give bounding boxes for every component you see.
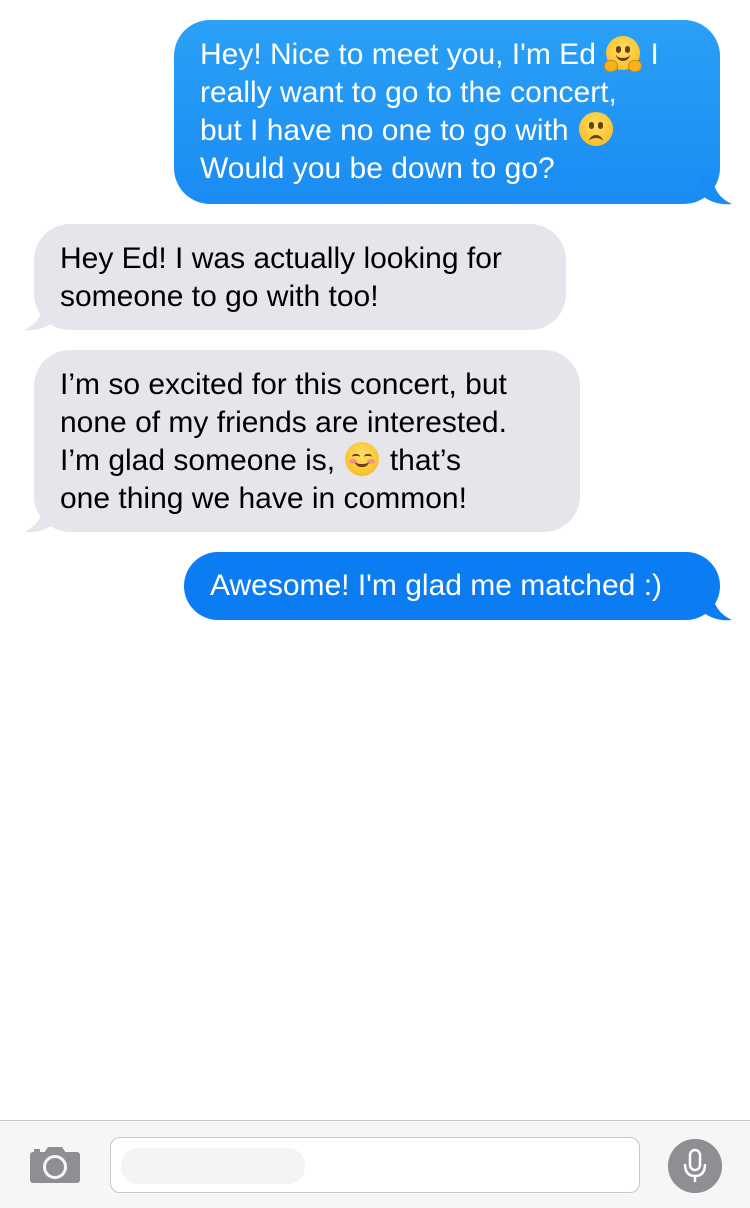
message-line: really want to go to the concert,: [200, 76, 617, 109]
sent-bubble-tail: [700, 592, 732, 621]
received-bubble-tail: [24, 302, 56, 331]
sent-message-bubble[interactable]: Awesome! I'm glad me matched :): [184, 552, 720, 620]
message-line: none of my friends are interested.: [60, 406, 507, 439]
message-thread: Hey! Nice to meet you, I'm Ed I really w…: [0, 0, 750, 1120]
compose-toolbar: [0, 1120, 750, 1208]
message-line: but I have no one to go with: [200, 112, 694, 150]
hugging-face-icon: [604, 36, 643, 72]
message-line: Awesome! I'm glad me matched :): [210, 569, 663, 602]
message-input-box[interactable]: [110, 1137, 640, 1193]
confused-face-icon: [578, 112, 613, 146]
message-input[interactable]: [121, 1148, 305, 1184]
camera-icon[interactable]: [28, 1145, 82, 1185]
message-line: someone to go with too!: [60, 280, 379, 313]
received-bubble-tail: [24, 504, 56, 533]
message-line: one thing we have in common!: [60, 482, 467, 515]
message-line: I’m so excited for this concert, but: [60, 368, 507, 401]
received-message-bubble[interactable]: I’m so excited for this concert, but non…: [34, 350, 580, 532]
sent-bubble-tail: [700, 176, 732, 205]
microphone-icon[interactable]: [668, 1139, 722, 1193]
message-line: Hey Ed! I was actually looking for: [60, 242, 502, 275]
smiling-blush-face-icon: [345, 442, 380, 476]
message-line: Would you be down to go?: [200, 152, 555, 185]
sent-message-bubble[interactable]: Hey! Nice to meet you, I'm Ed I really w…: [174, 20, 720, 204]
received-message-bubble[interactable]: Hey Ed! I was actually looking for someo…: [34, 224, 566, 330]
message-line: Hey! Nice to meet you, I'm Ed I: [200, 36, 659, 72]
message-line: I’m glad someone is, that’s: [60, 442, 461, 477]
